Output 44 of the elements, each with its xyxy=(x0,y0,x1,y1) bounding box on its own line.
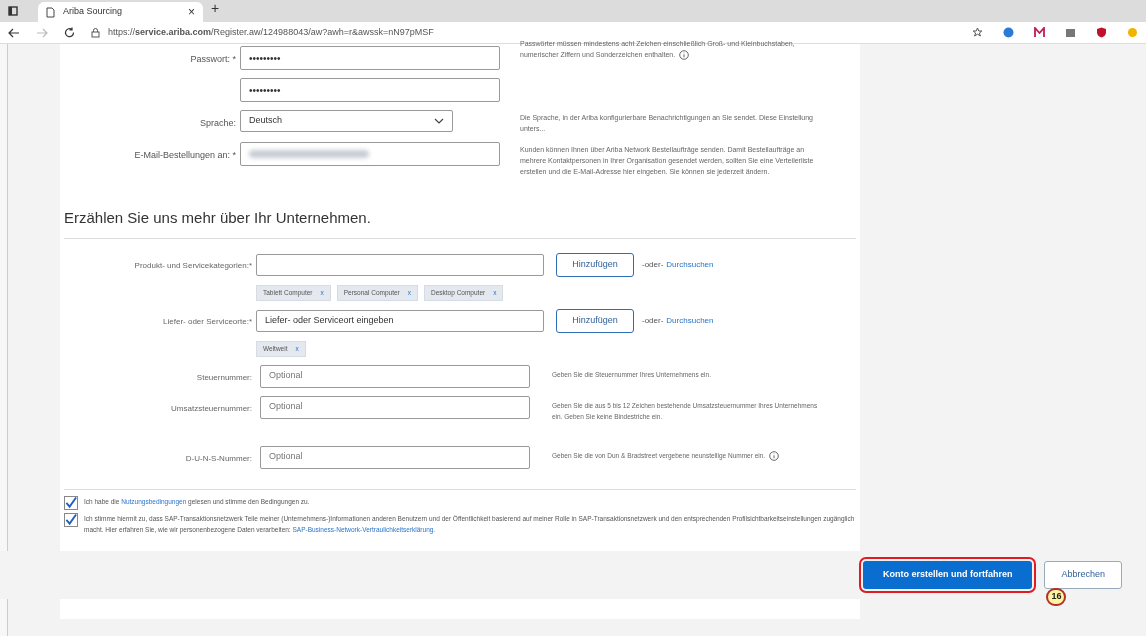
password-field[interactable]: ••••••••• xyxy=(240,78,500,102)
m-letter-icon[interactable] xyxy=(1034,27,1045,38)
tab-close-button[interactable]: × xyxy=(188,3,195,21)
back-icon[interactable] xyxy=(8,27,20,38)
browse-link[interactable]: Durchsuchen xyxy=(666,258,714,271)
page-icon xyxy=(46,6,55,18)
info-icon[interactable] xyxy=(679,50,690,61)
password-field[interactable]: ••••••••• xyxy=(240,46,500,70)
field-label: D-U-N-S-Nummer: xyxy=(185,453,252,463)
info-icon[interactable] xyxy=(769,450,780,461)
chevron-down-icon xyxy=(434,118,444,124)
star-add-icon[interactable] xyxy=(972,27,983,38)
browse-link[interactable]: Durchsuchen xyxy=(666,314,714,327)
language-dropdown[interactable]: Deutsch xyxy=(240,110,453,132)
email-field[interactable] xyxy=(240,142,500,166)
text-input[interactable]: Liefer- oder Serviceort eingeben xyxy=(256,309,544,332)
address-bar[interactable]: https://service.ariba.com/Register.aw/124988043/aw?awh=r&awssk=nN97pMSF xyxy=(108,25,434,40)
tab-title: Ariba Sourcing xyxy=(63,5,124,19)
text-input[interactable]: Optional xyxy=(260,395,530,419)
text-input[interactable]: Optional xyxy=(260,364,530,388)
or-text: -oder- xyxy=(642,314,664,327)
field-label: Produkt- und Servicekategorien:* xyxy=(134,260,252,270)
field-label: Sprache: xyxy=(199,118,236,128)
text-input[interactable]: Optional xyxy=(260,445,530,469)
reload-icon[interactable] xyxy=(64,27,75,38)
lock-icon xyxy=(91,27,100,38)
text-input[interactable] xyxy=(256,253,544,276)
step-callout-badge: 16 xyxy=(1046,588,1067,607)
field-label: E-Mail-Bestellungen an: * xyxy=(134,150,236,160)
field-label: Steuernummer: xyxy=(196,372,252,382)
section-heading: Erzählen Sie uns mehr über Ihr Unternehmen. xyxy=(64,208,372,228)
shield-icon[interactable] xyxy=(1096,27,1107,38)
checkbox[interactable] xyxy=(64,512,78,527)
add-button[interactable]: Hinzufügen xyxy=(556,252,634,277)
new-tab-button[interactable]: + xyxy=(211,0,220,19)
checkbox[interactable] xyxy=(64,495,78,510)
field-label: Umsatzsteuernummer: xyxy=(171,403,252,413)
browser-tab[interactable]: Ariba Sourcing × xyxy=(38,2,203,22)
cancel-button[interactable]: Abbrechen xyxy=(1044,560,1122,589)
tab-actions-icon[interactable] xyxy=(8,6,18,16)
or-text: -oder- xyxy=(642,258,664,271)
field-label: Liefer- oder Serviceorte:* xyxy=(163,316,252,326)
field-label: Passwort: * xyxy=(190,54,236,64)
add-button[interactable]: Hinzufügen xyxy=(556,308,634,333)
